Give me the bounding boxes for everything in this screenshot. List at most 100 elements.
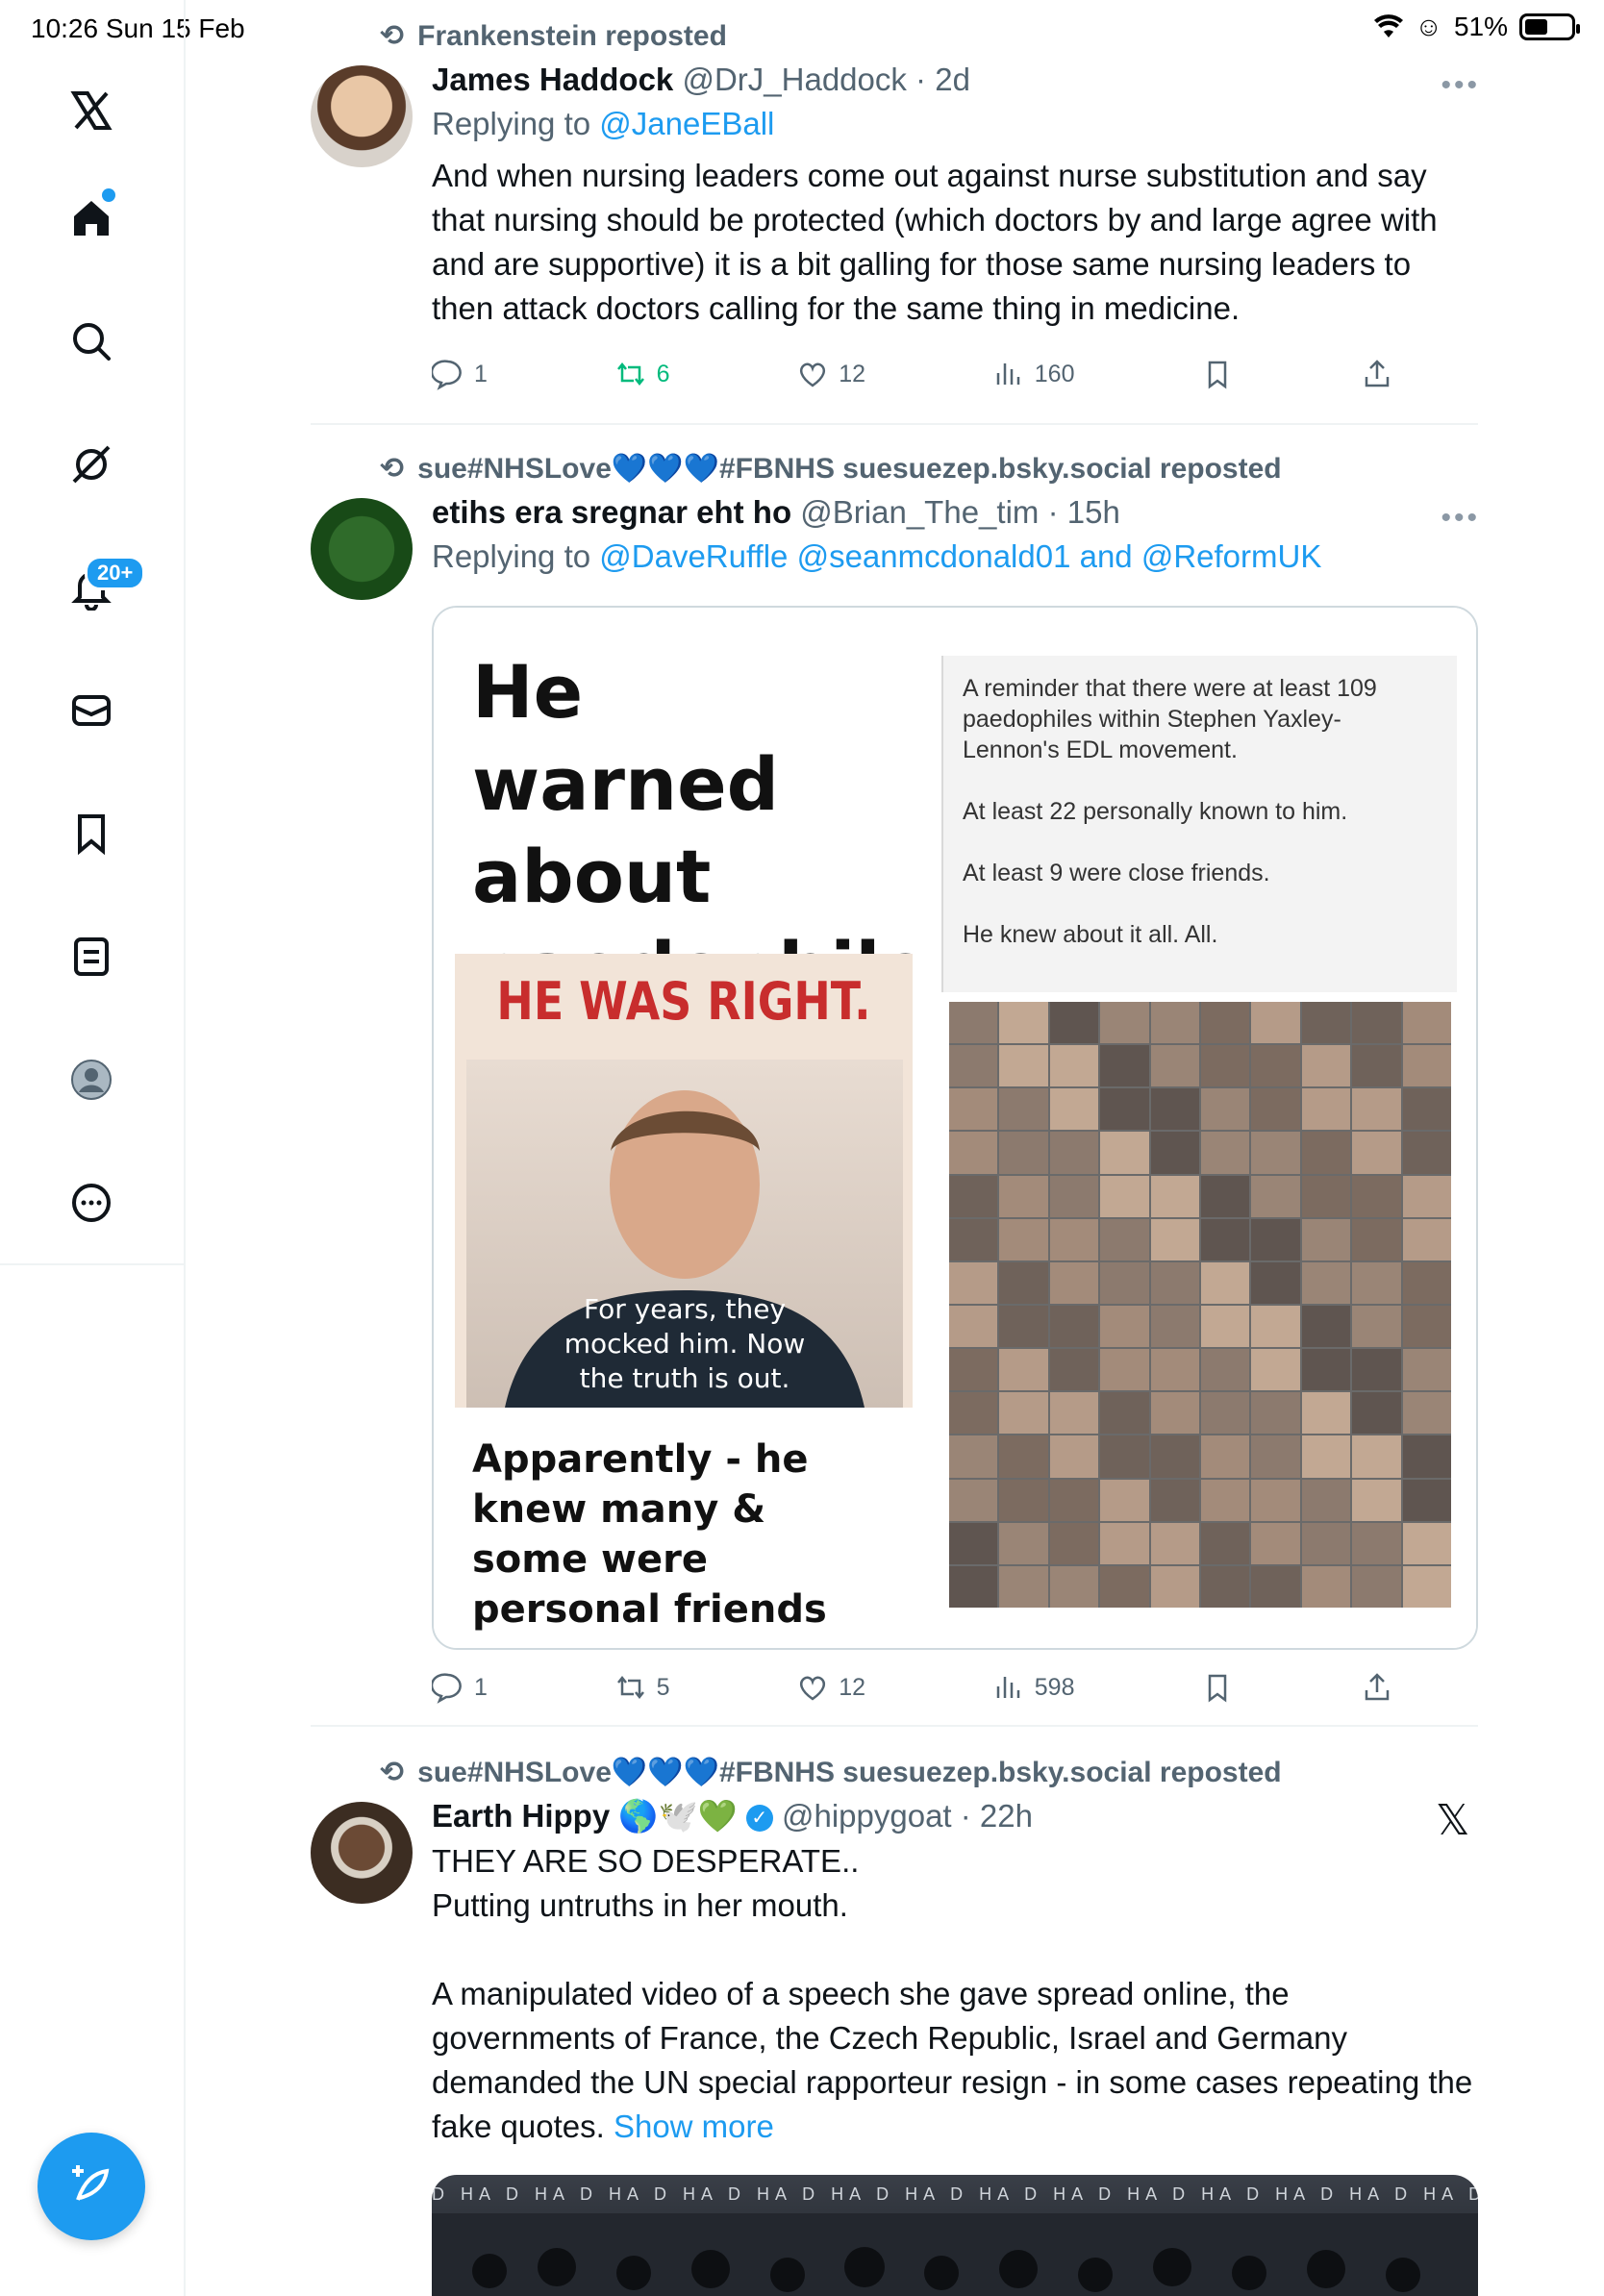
photo-tile [1402, 1522, 1451, 1564]
lists-icon[interactable] [63, 929, 119, 985]
repost-button[interactable]: 5 [614, 1671, 670, 1704]
photo-tile [1301, 1435, 1351, 1478]
photo-tile [1251, 1305, 1300, 1348]
bookmark-button[interactable] [1201, 1671, 1234, 1704]
post-time[interactable]: 22h [980, 1798, 1033, 1834]
messages-icon[interactable] [63, 683, 119, 738]
x-logo-icon[interactable] [63, 83, 119, 138]
crowd-illustration [432, 2213, 1478, 2296]
heart-icon [800, 362, 826, 387]
like-button[interactable]: 12 [796, 1671, 865, 1704]
compose-button[interactable] [38, 2133, 145, 2240]
photo-tile [1049, 1175, 1099, 1217]
photo-tile [1049, 1565, 1099, 1608]
author-handle[interactable]: @DrJ_Haddock [682, 62, 906, 97]
post-text-content: THEY ARE SO DESPERATE.. Putting untruths… [432, 1843, 1473, 2144]
grok-icon[interactable] [63, 437, 119, 492]
photo-tile [999, 1522, 1048, 1564]
photo-tile [1301, 1392, 1351, 1435]
photo-tile [1100, 1088, 1149, 1131]
bookmarks-icon[interactable] [63, 806, 119, 861]
reply-button[interactable]: 1 [432, 358, 488, 390]
share-button[interactable] [1361, 1671, 1393, 1704]
search-icon[interactable] [63, 313, 119, 369]
photo-tile [1150, 1261, 1199, 1304]
more-options-icon[interactable]: ••• [1441, 69, 1480, 102]
photo-tile [1352, 1088, 1401, 1131]
author-handle[interactable]: @Brian_The_tim [800, 494, 1039, 530]
photo-tile [1150, 1218, 1199, 1260]
photo-tile [1150, 1045, 1199, 1087]
photo-tile [1352, 1565, 1401, 1608]
post-time[interactable]: 2d [935, 62, 970, 97]
post-video[interactable]: D HA D HA D HA D HA D HA D HA D HA D HA … [432, 2175, 1478, 2296]
home-unread-dot [102, 188, 115, 202]
photo-tile [999, 1175, 1048, 1217]
avatar[interactable] [311, 65, 413, 167]
photo-tile [999, 1045, 1048, 1087]
image-left-panel: He warned about paedophiles HE WAS RIGHT… [434, 608, 973, 1648]
image-banner: HE WAS RIGHT. [496, 971, 871, 1032]
photo-tile [1150, 1002, 1199, 1044]
show-more-link[interactable]: Show more [614, 2109, 774, 2144]
repost-icon: ⟲ [380, 453, 405, 485]
photo-tile [1402, 1392, 1451, 1435]
photo-tile [1402, 1045, 1451, 1087]
photo-tile [1201, 1435, 1250, 1478]
author-handle[interactable]: @hippygoat [782, 1798, 952, 1834]
photo-tile [1150, 1479, 1199, 1521]
photo-tile [949, 1175, 998, 1217]
photo-tile [1150, 1392, 1199, 1435]
notifications-badge: 20+ [85, 556, 146, 590]
photo-tile [1201, 1261, 1250, 1304]
photo-tile [1301, 1175, 1351, 1217]
replying-handle[interactable]: @JaneEBall [599, 106, 774, 141]
photo-tile [1251, 1522, 1300, 1564]
photo-tile [1301, 1045, 1351, 1087]
photo-tile [1150, 1132, 1199, 1174]
repost-by-label: Frankenstein reposted [417, 19, 727, 52]
reply-icon [432, 360, 462, 390]
photo-tile [1100, 1261, 1149, 1304]
more-icon[interactable] [63, 1175, 119, 1231]
photo-tile [999, 1305, 1048, 1348]
post-body: Earth Hippy 🌎🕊️💚 ✓ @hippygoat · 22h THEY… [432, 1798, 1480, 2149]
repost-context: ⟲ Frankenstein reposted [380, 19, 727, 53]
profile-icon[interactable] [63, 1052, 119, 1108]
author-name[interactable]: Earth Hippy 🌎🕊️💚 [432, 1798, 738, 1834]
author-name[interactable]: etihs era sregnar eht ho [432, 494, 791, 530]
post-time[interactable]: 15h [1067, 494, 1120, 530]
replying-handle[interactable]: @DaveRuffle @seanmcdonald01 and @ReformU… [599, 538, 1321, 574]
photo-tile [1201, 1088, 1250, 1131]
image-subtitle: Apparently - he knew many & some were pe… [472, 1437, 827, 1632]
share-icon [1365, 360, 1390, 387]
photo-tile [1150, 1305, 1199, 1348]
photo-tile [1301, 1132, 1351, 1174]
author-name[interactable]: James Haddock [432, 62, 673, 97]
post-header: James Haddock @DrJ_Haddock · 2d [432, 62, 970, 97]
x-logo-icon[interactable]: 𝕏 [1436, 1796, 1469, 1845]
photo-tile [1150, 1349, 1199, 1391]
views-button[interactable]: 160 [992, 358, 1075, 390]
reply-button[interactable]: 1 [432, 1671, 488, 1704]
photo-tile [949, 1479, 998, 1521]
photo-tile [1301, 1088, 1351, 1131]
like-button[interactable]: 12 [796, 358, 865, 390]
timeline: ⟲ Frankenstein reposted James Haddock @D… [186, 0, 1604, 2296]
views-icon [996, 363, 1020, 385]
avatar[interactable] [311, 498, 413, 600]
photo-tile [1352, 1045, 1401, 1087]
photo-tile [1049, 1132, 1099, 1174]
photo-tile [949, 1565, 998, 1608]
post-image[interactable]: He warned about paedophiles HE WAS RIGHT… [432, 606, 1478, 1650]
photo-tile [999, 1132, 1048, 1174]
avatar[interactable] [311, 1802, 413, 1904]
repost-button[interactable]: 6 [614, 358, 670, 390]
share-button[interactable] [1361, 358, 1393, 390]
bookmark-button[interactable] [1201, 358, 1234, 390]
more-options-icon[interactable]: ••• [1441, 502, 1480, 535]
views-button[interactable]: 598 [992, 1671, 1075, 1704]
sidebar: 20+ [0, 0, 186, 2296]
repost-by-label: sue#NHSLove💙💙💙#FBNHS suesuezep.bsky.soci… [417, 453, 1282, 485]
image-caption: For years, they mocked him. Now the trut… [564, 1293, 806, 1394]
